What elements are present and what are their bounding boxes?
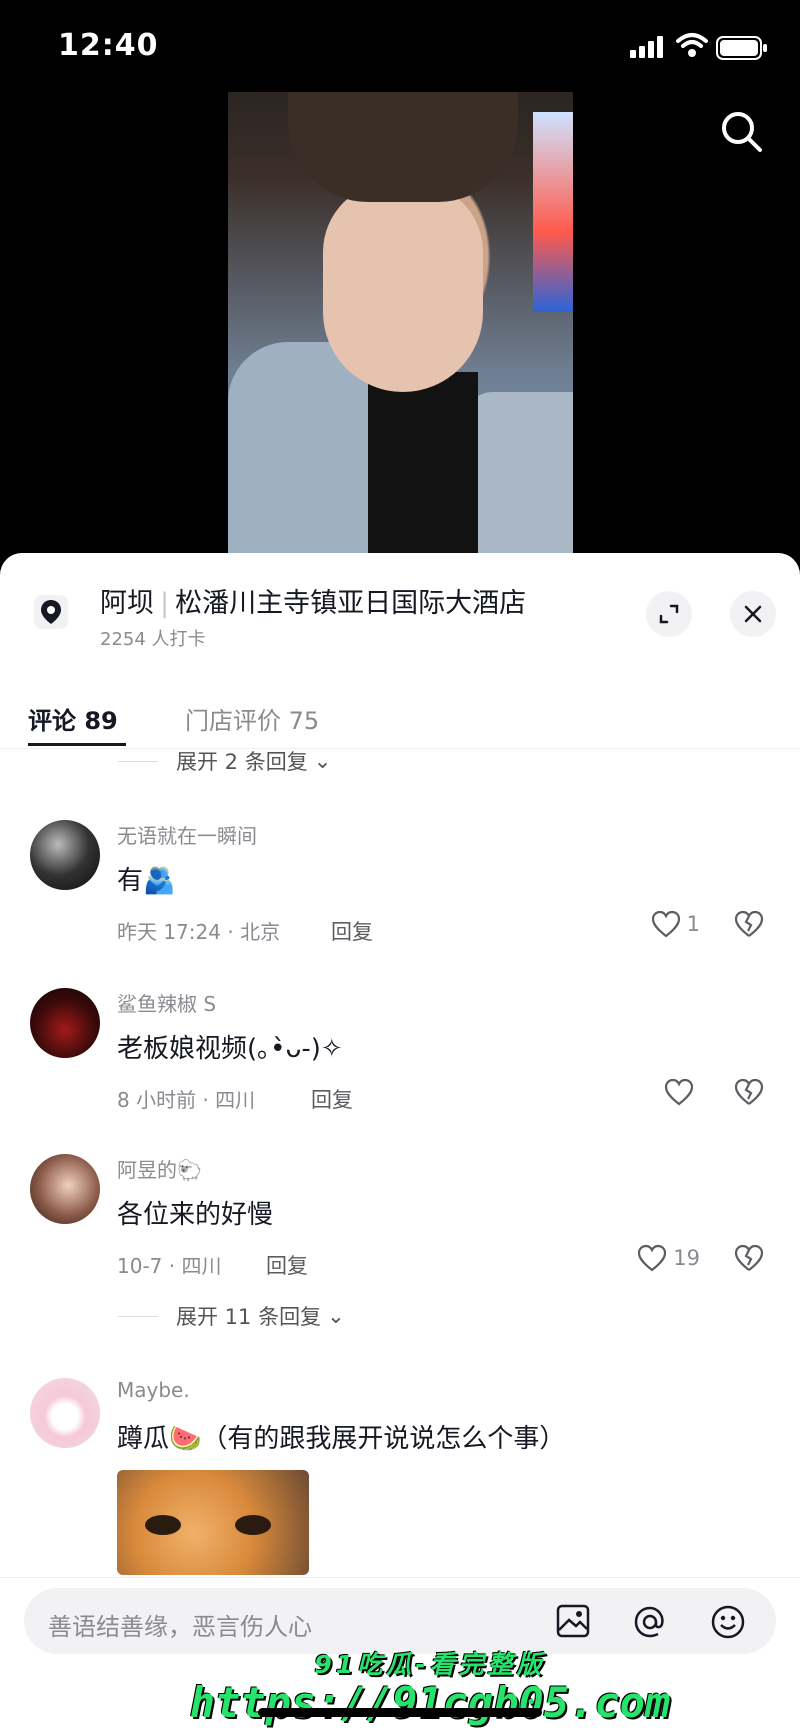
emoji-icon[interactable]: [710, 1604, 746, 1640]
comment-item: 阿昱的🐑 各位来的好慢 10-7 · 四川 回复 19: [0, 1154, 800, 1314]
close-button[interactable]: [730, 591, 776, 637]
reply-button[interactable]: 回复: [331, 916, 373, 946]
title-separator: |: [160, 588, 170, 619]
comment-meta: 昨天 17:24 · 北京: [117, 920, 281, 944]
like-button[interactable]: [664, 1078, 700, 1106]
mention-icon[interactable]: [632, 1604, 668, 1640]
video-figure-neck: [368, 372, 478, 562]
broken-heart-icon[interactable]: [734, 1078, 764, 1106]
watermark-line1: 91吃瓜-看完整版: [314, 1650, 546, 1679]
comment-image-cat[interactable]: [117, 1470, 309, 1575]
expand-replies-top[interactable]: 展开 2 条回复 ⌄: [118, 746, 331, 776]
avatar[interactable]: [30, 1378, 100, 1448]
video-figure-face: [323, 182, 483, 392]
location-pin-icon: [34, 595, 68, 629]
comment-text: 各位来的好慢: [117, 1200, 274, 1230]
comment-input-placeholder: 善语结善缘，恶言伤人心: [48, 1613, 312, 1641]
like-count: 1: [686, 912, 700, 936]
divider-line: [118, 1315, 158, 1317]
cat-eye-right: [235, 1515, 271, 1535]
comment-meta: 10-7 · 四川: [117, 1254, 222, 1278]
like-button[interactable]: 1: [651, 910, 700, 938]
close-icon: [744, 605, 762, 623]
tab-bar: 评论 89 门店评价 75: [0, 673, 800, 749]
comment-item: 无语就在一瞬间 有🫂 昨天 17:24 · 北京 回复 1: [0, 820, 800, 980]
battery-icon: [716, 36, 767, 60]
heart-icon: [664, 1078, 694, 1106]
comment-meta: 8 小时前 · 四川: [117, 1088, 256, 1112]
video-player[interactable]: [228, 92, 573, 562]
tab-store-reviews[interactable]: 门店评价 75: [185, 701, 319, 736]
status-bar: 12:40: [0, 0, 800, 90]
comment-username[interactable]: 鲨鱼辣椒 S: [117, 988, 216, 1017]
video-background-sign: [533, 112, 573, 312]
clock: 12:40: [58, 28, 159, 63]
expand-replies-label: 展开 2 条回复: [176, 750, 308, 774]
location-title[interactable]: 阿坝 | 松潘川主寺镇亚日国际大酒店: [100, 581, 526, 620]
video-figure-hand: [463, 392, 573, 562]
like-button[interactable]: 19: [637, 1244, 700, 1272]
comment-text: 有🫂: [117, 866, 176, 896]
reply-button[interactable]: 回复: [311, 1084, 353, 1114]
reply-button[interactable]: 回复: [266, 1250, 308, 1280]
active-tab-indicator: [28, 743, 126, 746]
location-city: 阿坝: [100, 588, 154, 619]
avatar[interactable]: [30, 1154, 100, 1224]
comment-text: 老板娘视频(｡•̀ᴗ-)✧: [117, 1034, 343, 1064]
heart-icon: [651, 910, 680, 938]
wifi-icon: [676, 33, 708, 57]
comment-text: 蹲瓜🍉（有的跟我展开说说怎么个事）: [117, 1424, 566, 1454]
comment-username[interactable]: 无语就在一瞬间: [117, 820, 257, 849]
cellular-signal-icon: [630, 36, 663, 58]
divider-line: [118, 760, 158, 762]
video-figure-hat: [288, 92, 518, 202]
checkin-count: 2254 人打卡: [100, 629, 206, 650]
watermark-url: https://91cgb05.com: [189, 1678, 671, 1727]
comment-username[interactable]: Maybe.: [117, 1378, 190, 1402]
avatar[interactable]: [30, 820, 100, 890]
expand-icon: [659, 604, 679, 624]
chevron-down-icon: ⌄: [327, 1304, 345, 1328]
avatar[interactable]: [30, 988, 100, 1058]
expand-button[interactable]: [646, 591, 692, 637]
heart-icon: [638, 1244, 667, 1272]
expand-replies-mid[interactable]: 展开 11 条回复 ⌄: [118, 1301, 345, 1331]
comment-item: 鲨鱼辣椒 S 老板娘视频(｡•̀ᴗ-)✧ 8 小时前 · 四川 回复: [0, 988, 800, 1148]
like-count: 19: [673, 1246, 700, 1270]
cat-eye-left: [145, 1515, 181, 1535]
home-indicator[interactable]: [258, 1708, 542, 1717]
location-name: 松潘川主寺镇亚日国际大酒店: [175, 588, 527, 619]
search-icon[interactable]: [720, 110, 764, 154]
comment-username[interactable]: 阿昱的🐑: [117, 1154, 202, 1183]
tab-comments[interactable]: 评论 89: [28, 701, 118, 736]
chevron-down-icon: ⌄: [313, 749, 332, 773]
image-icon[interactable]: [556, 1604, 590, 1638]
expand-replies-label: 展开 11 条回复: [176, 1305, 322, 1329]
broken-heart-icon[interactable]: [734, 910, 764, 938]
broken-heart-icon[interactable]: [734, 1244, 764, 1272]
